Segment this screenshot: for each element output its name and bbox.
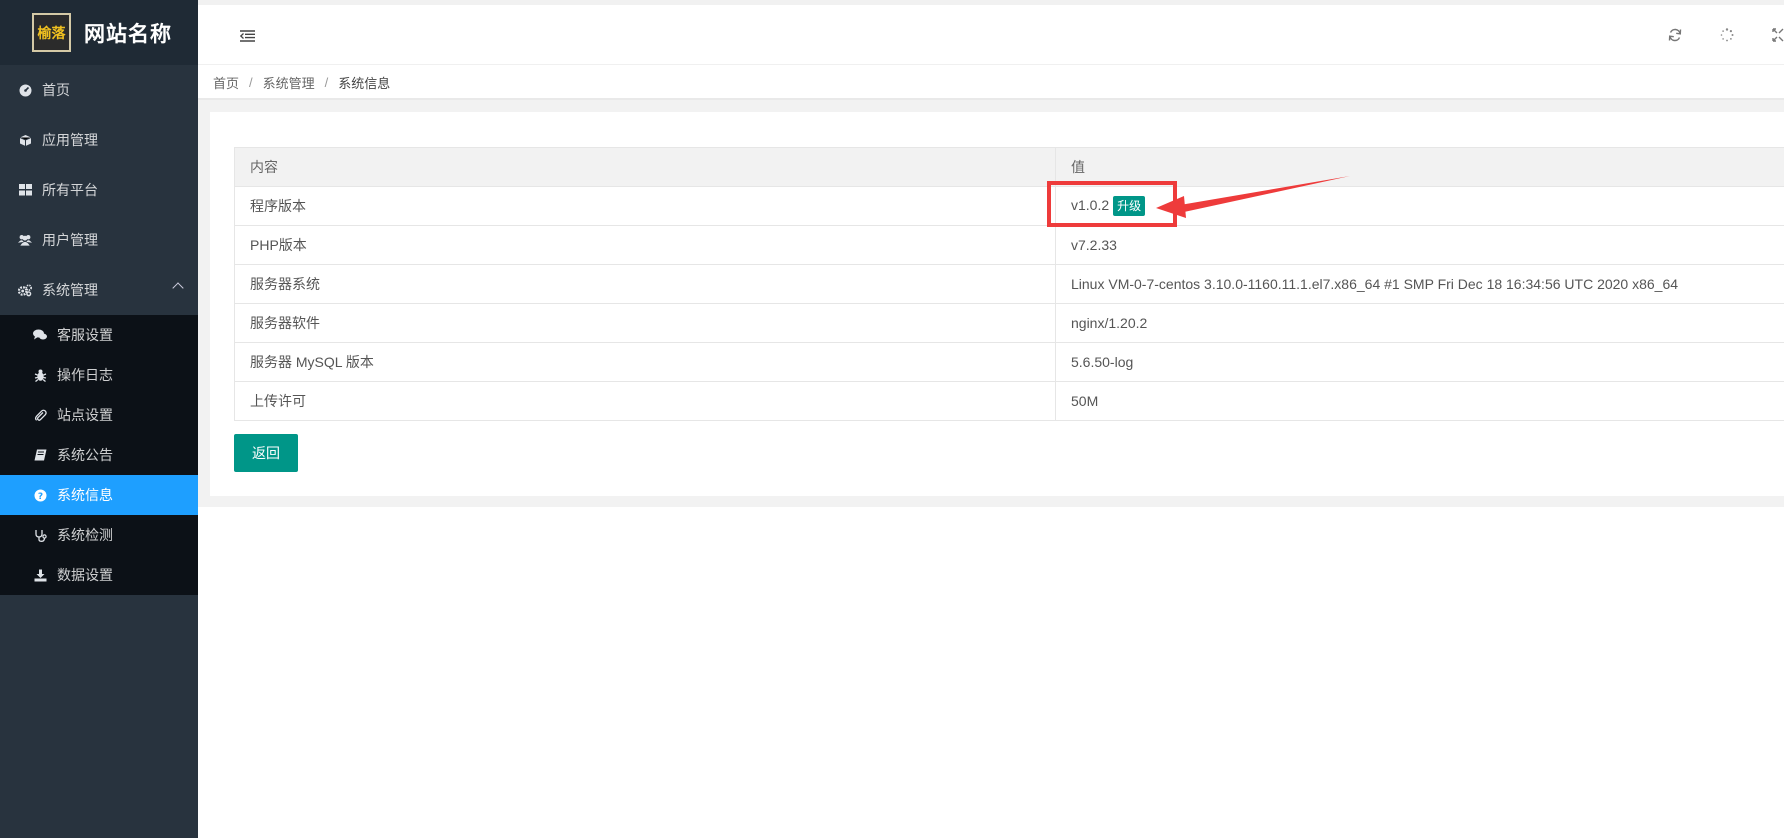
row-value: v7.2.33 (1055, 225, 1784, 265)
sidebar-subitem-system-info[interactable]: ? 系统信息 (0, 475, 198, 515)
table-row: 程序版本 v1.0.2 升级 (234, 186, 1784, 226)
breadcrumb-separator: / (249, 74, 253, 90)
sidebar-subitem-support[interactable]: 客服设置 (0, 315, 198, 355)
bug-icon (33, 368, 47, 382)
sidebar-item-label: 客服设置 (57, 327, 113, 343)
upgrade-button[interactable]: 升级 (1113, 196, 1146, 216)
sidebar-subitem-data-settings[interactable]: 数据设置 (0, 555, 198, 595)
sidebar-item-label: 首页 (42, 82, 70, 98)
sidebar-item-apps[interactable]: 应用管理 (0, 115, 198, 165)
sidebar-subitem-system-check[interactable]: 系统检测 (0, 515, 198, 555)
chevron-up-icon (172, 282, 184, 294)
row-value: v1.0.2 (1071, 197, 1110, 213)
loading-icon[interactable] (1720, 28, 1734, 45)
sidebar-item-home[interactable]: 首页 (0, 65, 198, 115)
table-row: 上传许可 50M (234, 381, 1784, 421)
breadcrumb-separator: / (324, 74, 329, 90)
row-label: 服务器软件 (234, 303, 1056, 343)
table-row: 服务器软件 nginx/1.20.2 (234, 303, 1784, 343)
breadcrumb-system[interactable]: 系统管理 (263, 73, 315, 92)
row-label: PHP版本 (234, 225, 1056, 265)
sidebar-item-label: 应用管理 (42, 132, 98, 148)
row-label: 服务器系统 (234, 264, 1056, 304)
info-panel: 内容 值 程序版本 v1.0.2 升级 PHP版本 v7.2.33 服务器系统 L… (210, 112, 1784, 496)
sidebar-item-label: 系统公告 (57, 447, 113, 463)
row-value: 5.6.50-log (1055, 342, 1784, 382)
top-header (198, 0, 1784, 65)
breadcrumb-home[interactable]: 首页 (213, 73, 239, 92)
question-circle-icon: ? (33, 488, 47, 502)
paperclip-icon (33, 408, 47, 422)
site-name: 网站名称 (84, 22, 172, 46)
table-row: 服务器系统 Linux VM-0-7-centos 3.10.0-1160.11… (234, 264, 1784, 304)
row-label: 程序版本 (234, 186, 1056, 226)
logo: 榆落 (32, 13, 71, 52)
dashboard-icon (18, 83, 32, 97)
system-info-table: 内容 值 程序版本 v1.0.2 升级 PHP版本 v7.2.33 服务器系统 L… (234, 147, 1784, 421)
logo-area: 榆落 网站名称 (0, 0, 198, 65)
menu-toggle-icon[interactable] (239, 30, 255, 45)
gears-icon (18, 283, 32, 297)
sidebar-subitem-announcements[interactable]: 系统公告 (0, 435, 198, 475)
stethoscope-icon (33, 528, 47, 542)
svg-text:?: ? (37, 492, 42, 502)
cube-icon (18, 133, 32, 147)
column-header-content: 内容 (234, 147, 1056, 187)
breadcrumb: 首页 / 系统管理 / 系统信息 (198, 66, 1784, 100)
logo-text: 榆落 (37, 25, 66, 42)
table-header-row: 内容 值 (234, 147, 1784, 187)
sidebar: 榆落 网站名称 首页 应用管理 所有平台 用户管理 系统管理 客服设置 操作日志… (0, 0, 198, 838)
download-icon (33, 568, 47, 582)
row-value: Linux VM-0-7-centos 3.10.0-1160.11.1.el7… (1055, 264, 1784, 304)
sidebar-subitem-site-settings[interactable]: 站点设置 (0, 395, 198, 435)
sidebar-item-platforms[interactable]: 所有平台 (0, 165, 198, 215)
row-value-cell: v1.0.2 升级 (1055, 186, 1784, 226)
sidebar-item-label: 系统信息 (57, 487, 113, 503)
row-value: nginx/1.20.2 (1055, 303, 1784, 343)
sidebar-item-label: 所有平台 (42, 182, 98, 198)
breadcrumb-current: 系统信息 (338, 75, 391, 91)
grid-icon (18, 183, 32, 197)
fullscreen-icon[interactable] (1772, 28, 1784, 45)
sidebar-item-label: 站点设置 (57, 407, 113, 423)
users-icon (18, 233, 32, 247)
submenu-system: 客服设置 操作日志 站点设置 系统公告 ? 系统信息 系统检测 数据设置 (0, 315, 198, 595)
sidebar-item-label: 用户管理 (42, 232, 98, 248)
table-row: PHP版本 v7.2.33 (234, 225, 1784, 265)
table-row: 服务器 MySQL 版本 5.6.50-log (234, 342, 1784, 382)
back-button[interactable]: 返回 (234, 434, 298, 472)
row-label: 上传许可 (234, 381, 1056, 421)
row-label: 服务器 MySQL 版本 (234, 342, 1056, 382)
column-header-value: 值 (1055, 147, 1784, 187)
comments-icon (33, 328, 47, 342)
sidebar-item-label: 操作日志 (57, 367, 113, 383)
sidebar-item-label: 系统检测 (57, 527, 113, 543)
sidebar-item-system[interactable]: 系统管理 (0, 265, 198, 315)
sidebar-item-label: 数据设置 (57, 567, 113, 583)
refresh-icon[interactable] (1668, 28, 1682, 45)
sidebar-item-label: 系统管理 (42, 282, 98, 298)
book-icon (33, 448, 47, 462)
row-value: 50M (1055, 381, 1784, 421)
sidebar-item-users[interactable]: 用户管理 (0, 215, 198, 265)
sidebar-subitem-logs[interactable]: 操作日志 (0, 355, 198, 395)
